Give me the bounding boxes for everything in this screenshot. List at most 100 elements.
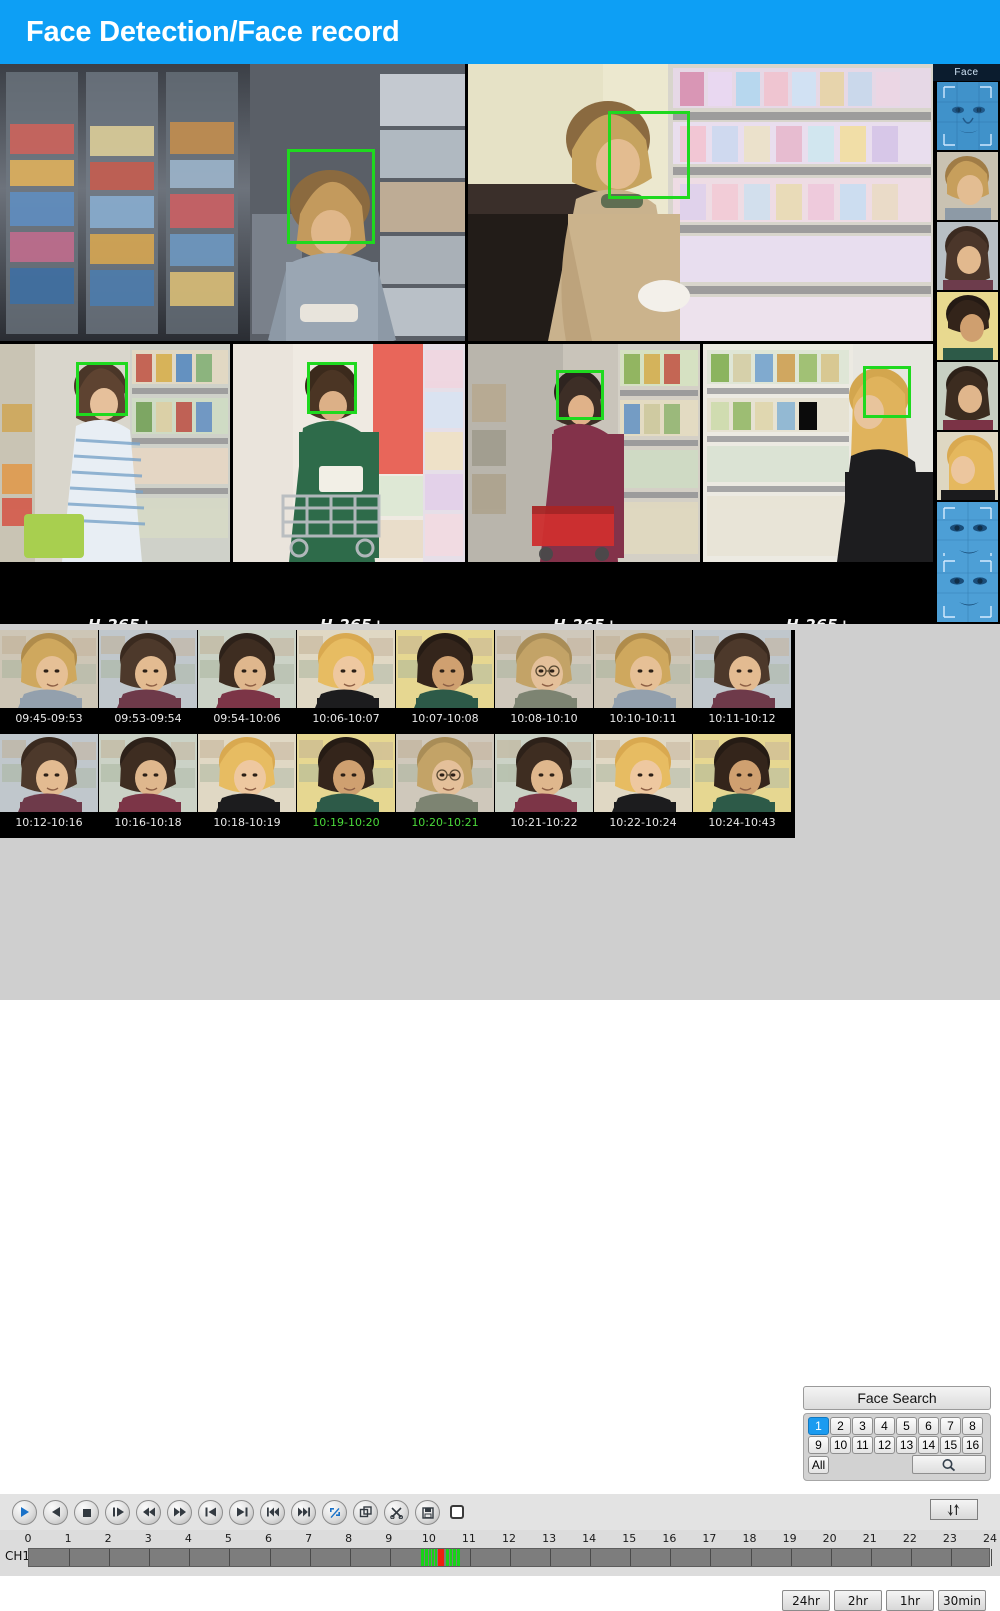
page-title: Face Detection/Face record <box>26 15 400 48</box>
channel-button-11[interactable]: 11 <box>852 1436 873 1454</box>
timeline-recording-segment[interactable] <box>453 1549 457 1566</box>
sync-button[interactable] <box>930 1499 978 1520</box>
camera-tile-4[interactable] <box>233 344 465 562</box>
face-thumbnail[interactable]: 09:45-09:53 <box>0 630 98 730</box>
face-thumbnail-image <box>495 734 593 812</box>
face-thumbnail-timestamp: 10:12-10:16 <box>0 812 98 834</box>
timeline-recording-segment[interactable] <box>431 1549 434 1566</box>
next-file-button[interactable] <box>291 1499 316 1525</box>
face-capture-item[interactable] <box>937 152 998 220</box>
face-thumbnail[interactable]: 10:16-10:18 <box>99 734 197 834</box>
camera-tile-1[interactable] <box>0 64 465 341</box>
face-search-button[interactable] <box>912 1455 986 1474</box>
channel-button-1[interactable]: 1 <box>808 1417 829 1435</box>
face-thumbnail[interactable]: 10:11-10:12 <box>693 630 791 730</box>
timeline-zoom-1hr[interactable]: 1hr <box>886 1590 934 1611</box>
face-thumbnail[interactable]: 10:12-10:16 <box>0 734 98 834</box>
channel-button-4[interactable]: 4 <box>874 1417 895 1435</box>
select-all-checkbox[interactable] <box>450 1505 464 1519</box>
timeline-hour-divider <box>870 1549 872 1566</box>
timeline-tick-label: 6 <box>265 1532 272 1545</box>
face-thumbnail[interactable]: 10:10-10:11 <box>594 630 692 730</box>
timeline-recording-segment[interactable] <box>434 1549 437 1566</box>
timeline-tick-label: 8 <box>345 1532 353 1545</box>
cut-button[interactable] <box>384 1499 409 1525</box>
face-detection-box <box>863 366 911 418</box>
timeline-recording-segment[interactable] <box>457 1549 461 1566</box>
channel-button-5[interactable]: 5 <box>896 1417 917 1435</box>
magnifier-icon <box>942 1458 956 1471</box>
channel-button-7[interactable]: 7 <box>940 1417 961 1435</box>
timeline-hour-divider <box>389 1549 391 1566</box>
channel-button-15[interactable]: 15 <box>940 1436 961 1454</box>
face-thumbnail[interactable]: 10:24-10:43 <box>693 734 791 834</box>
stop-button[interactable] <box>74 1499 99 1525</box>
camera-tile-2[interactable] <box>468 64 933 341</box>
timeline-zoom-24hr[interactable]: 24hr <box>782 1590 830 1611</box>
timeline-tick-label: 19 <box>782 1532 797 1545</box>
next-frame-button[interactable] <box>229 1499 254 1525</box>
channel-button-10[interactable]: 10 <box>830 1436 851 1454</box>
channel-button-2[interactable]: 2 <box>830 1417 851 1435</box>
channel-button-8[interactable]: 8 <box>962 1417 983 1435</box>
timeline-hour-divider <box>670 1549 672 1566</box>
timeline-recording-segment[interactable] <box>425 1549 428 1566</box>
face-thumbnail[interactable]: 10:20-10:21 <box>396 734 494 834</box>
channel-button-13[interactable]: 13 <box>896 1436 917 1454</box>
clip-icon <box>359 1506 372 1518</box>
face-capture-item[interactable] <box>937 432 998 500</box>
exchange-arrows-icon <box>947 1503 960 1516</box>
previous-frame-button[interactable] <box>198 1499 223 1525</box>
face-thumbnail[interactable]: 09:54-10:06 <box>198 630 296 730</box>
timeline-recording-segment[interactable] <box>421 1549 425 1566</box>
frame-step-button[interactable] <box>105 1499 130 1525</box>
timeline-track[interactable] <box>28 1548 992 1567</box>
timeline-hour-divider <box>991 1549 992 1566</box>
face-thumbnail-image <box>297 630 395 708</box>
face-thumbnail[interactable]: 10:08-10:10 <box>495 630 593 730</box>
timeline-recording-segment[interactable] <box>449 1549 453 1566</box>
face-capture-item[interactable] <box>937 362 998 430</box>
save-button[interactable] <box>415 1499 440 1525</box>
channel-button-12[interactable]: 12 <box>874 1436 895 1454</box>
rewind-button[interactable] <box>136 1499 161 1525</box>
face-detection-box <box>307 362 357 414</box>
channel-all-button[interactable]: All <box>808 1455 829 1474</box>
face-capture-item[interactable] <box>937 292 998 360</box>
face-thumbnail[interactable]: 10:18-10:19 <box>198 734 296 834</box>
camera-tile-3[interactable] <box>0 344 230 562</box>
channel-button-16[interactable]: 16 <box>962 1436 983 1454</box>
channel-button-3[interactable]: 3 <box>852 1417 873 1435</box>
previous-file-button[interactable] <box>260 1499 285 1525</box>
timeline-recording-segment[interactable] <box>428 1549 432 1566</box>
timeline-tick-label: 11 <box>461 1532 476 1545</box>
timeline-hour-divider <box>229 1549 231 1566</box>
clip-button[interactable] <box>353 1499 378 1525</box>
face-thumbnail[interactable]: 10:07-10:08 <box>396 630 494 730</box>
fast-forward-button[interactable] <box>167 1499 192 1525</box>
play-button[interactable] <box>12 1499 37 1525</box>
face-thumbnail-image <box>594 734 692 812</box>
camera-tile-6[interactable] <box>703 344 933 562</box>
channel-button-14[interactable]: 14 <box>918 1436 939 1454</box>
face-thumbnail[interactable]: 09:53-09:54 <box>99 630 197 730</box>
channel-button-6[interactable]: 6 <box>918 1417 939 1435</box>
timeline-hour-divider <box>269 1549 271 1566</box>
timeline-zoom-30min[interactable]: 30min <box>938 1590 986 1611</box>
face-thumbnail[interactable]: 10:21-10:22 <box>495 734 593 834</box>
face-capture-item[interactable] <box>937 556 998 622</box>
face-capture-item[interactable] <box>937 82 998 150</box>
face-capture-item[interactable] <box>937 222 998 290</box>
timeline-recording-segment[interactable] <box>445 1549 449 1566</box>
channel-button-9[interactable]: 9 <box>808 1436 829 1454</box>
timeline-recording-segment[interactable] <box>437 1549 445 1566</box>
timeline-hour-divider <box>109 1549 111 1566</box>
face-thumbnail[interactable]: 10:19-10:20 <box>297 734 395 834</box>
reverse-play-button[interactable] <box>43 1499 68 1525</box>
digital-zoom-button[interactable] <box>322 1499 347 1525</box>
timeline-zoom-2hr[interactable]: 2hr <box>834 1590 882 1611</box>
face-thumbnail[interactable]: 10:06-10:07 <box>297 630 395 730</box>
floppy-icon <box>421 1507 434 1519</box>
camera-tile-5[interactable] <box>468 344 700 562</box>
face-thumbnail[interactable]: 10:22-10:24 <box>594 734 692 834</box>
